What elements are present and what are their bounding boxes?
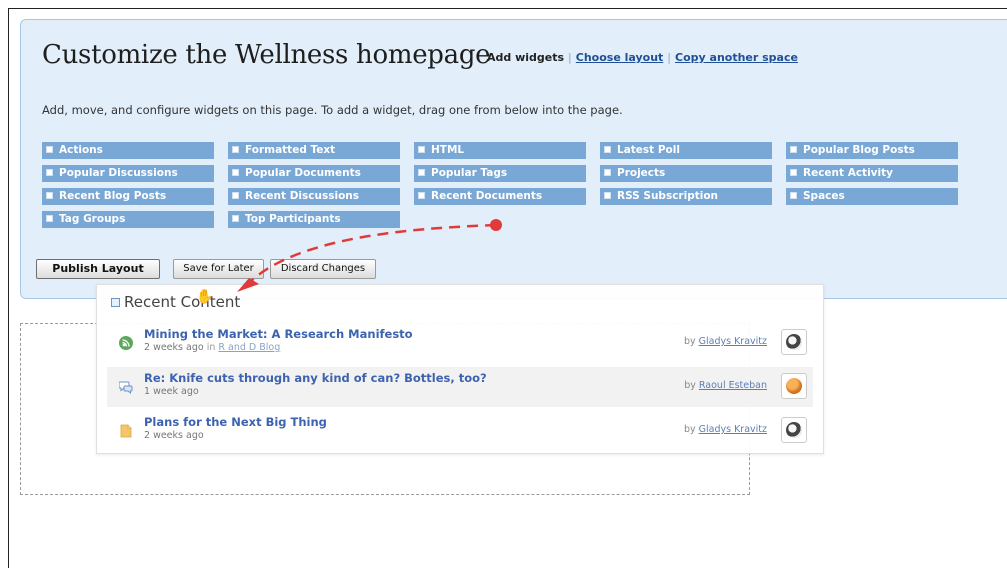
widget-chip-label: Latest Poll: [617, 144, 680, 156]
customize-nav: Add widgets | Choose layout | Copy another s…: [487, 51, 798, 64]
author-link[interactable]: Gladys Kravitz: [699, 336, 767, 347]
widget-chip-label: HTML: [431, 144, 465, 156]
widget-chip[interactable]: Recent Blog Posts: [42, 188, 214, 205]
avatar-image: [786, 334, 802, 350]
by-label: by: [684, 380, 696, 391]
widget-chip[interactable]: Popular Blog Posts: [786, 142, 958, 159]
widget-chip-label: RSS Subscription: [617, 190, 719, 202]
content-meta: 2 weeks ago in R and D Blog: [144, 342, 280, 353]
widget-chip-label: Recent Activity: [803, 167, 893, 179]
content-row[interactable]: Plans for the Next Big Thing 2 weeks ago…: [107, 411, 813, 451]
widget-icon: [232, 214, 239, 222]
avatar-image: [786, 422, 802, 438]
widget-icon: [790, 191, 797, 199]
widget-chip[interactable]: Actions: [42, 142, 214, 159]
widget-icon: [46, 214, 53, 222]
content-meta: 1 week ago: [144, 386, 199, 397]
content-author: by Gladys Kravitz: [684, 424, 767, 435]
avatar[interactable]: [781, 329, 807, 355]
widget-chip[interactable]: Projects: [600, 165, 772, 182]
widget-icon: [418, 191, 425, 199]
widget-icon: [418, 168, 425, 176]
widget-icon: [418, 145, 425, 153]
widget-chip[interactable]: Latest Poll: [600, 142, 772, 159]
widget-chip-label: Recent Blog Posts: [59, 190, 167, 202]
widget-chip[interactable]: Spaces: [786, 188, 958, 205]
content-title-link[interactable]: Mining the Market: A Research Manifesto: [144, 327, 413, 341]
by-label: by: [683, 424, 696, 435]
content-author: by Gladys Kravitz: [684, 336, 767, 347]
recent-content-widget[interactable]: Recent Content Mining the Market: A Rese…: [96, 284, 824, 454]
avatar-image: [786, 378, 802, 394]
widget-chip[interactable]: Top Participants: [228, 211, 400, 228]
widget-chip[interactable]: Recent Discussions: [228, 188, 400, 205]
widget-chip-label: Top Participants: [245, 213, 341, 225]
widget-icon: [46, 191, 53, 199]
widget-icon: [790, 168, 797, 176]
choose-layout-link[interactable]: Choose layout: [576, 51, 664, 64]
widget-icon: [604, 145, 611, 153]
widget-chip[interactable]: Recent Activity: [786, 165, 958, 182]
content-time: 1 week ago: [144, 386, 199, 397]
in-label: in: [206, 342, 216, 353]
nav-separator: |: [568, 51, 572, 64]
discussion-icon: [118, 380, 133, 395]
widget-chip[interactable]: Tag Groups: [42, 211, 214, 228]
widget-title-text: Recent Content: [124, 293, 241, 311]
content-title-link[interactable]: Re: Knife cuts through any kind of can? …: [144, 371, 487, 385]
content-meta: 2 weeks ago: [144, 430, 204, 441]
widget-chip[interactable]: HTML: [414, 142, 586, 159]
customize-panel: Customize the Wellness homepage Add widg…: [20, 19, 1007, 299]
widget-chip-label: Popular Tags: [431, 167, 508, 179]
widget-chip-label: Spaces: [803, 190, 845, 202]
document-icon: [119, 424, 133, 438]
widget-chip-label: Formatted Text: [245, 144, 336, 156]
widget-icon: [604, 191, 611, 199]
content-row[interactable]: Re: Knife cuts through any kind of can? …: [107, 367, 813, 407]
widget-icon: [46, 145, 53, 153]
widget-chip-label: Recent Documents: [431, 190, 543, 202]
widget-chip-label: Popular Documents: [245, 167, 361, 179]
page-title: Customize the Wellness homepage: [42, 40, 491, 70]
widget-icon: [604, 168, 611, 176]
widget-chip-label: Recent Discussions: [245, 190, 360, 202]
content-title-link[interactable]: Plans for the Next Big Thing: [144, 415, 327, 429]
widget-chip-label: Tag Groups: [59, 213, 126, 225]
widget-chip-label: Actions: [59, 144, 103, 156]
content-time: 2 weeks ago: [144, 430, 204, 441]
content-location-link[interactable]: R and D Blog: [218, 342, 280, 353]
widget-icon: [232, 168, 239, 176]
instructions-text: Add, move, and configure widgets on this…: [42, 103, 623, 117]
widget-chip-label: Popular Discussions: [59, 167, 178, 179]
copy-space-link[interactable]: Copy another space: [675, 51, 798, 64]
widget-chip-label: Projects: [617, 167, 666, 179]
avatar[interactable]: [781, 373, 807, 399]
by-label: by: [683, 336, 696, 347]
author-link[interactable]: Raoul Esteban: [699, 380, 767, 391]
widget-chip[interactable]: RSS Subscription: [600, 188, 772, 205]
widget-title[interactable]: Recent Content: [111, 293, 240, 311]
widget-chip[interactable]: Recent Documents: [414, 188, 586, 205]
publish-layout-button[interactable]: Publish Layout: [36, 259, 160, 279]
save-for-later-button[interactable]: Save for Later: [173, 259, 264, 279]
widget-chip-label: Popular Blog Posts: [803, 144, 915, 156]
discard-changes-button[interactable]: Discard Changes: [270, 259, 376, 279]
content-time: 2 weeks ago: [144, 342, 204, 353]
widget-chip[interactable]: Popular Discussions: [42, 165, 214, 182]
widget-icon: [232, 191, 239, 199]
widget-chip[interactable]: Popular Tags: [414, 165, 586, 182]
content-row[interactable]: Mining the Market: A Research Manifesto …: [107, 323, 813, 363]
widget-chip[interactable]: Popular Documents: [228, 165, 400, 182]
widget-chip[interactable]: Formatted Text: [228, 142, 400, 159]
widget-icon: [790, 145, 797, 153]
avatar[interactable]: [781, 417, 807, 443]
author-link[interactable]: Gladys Kravitz: [699, 424, 767, 435]
add-widgets-tab[interactable]: Add widgets: [487, 51, 564, 64]
widget-minimize-icon[interactable]: [111, 298, 120, 307]
nav-separator: |: [667, 51, 672, 64]
blog-icon: [119, 336, 133, 350]
widget-icon: [46, 168, 53, 176]
content-author: by Raoul Esteban: [684, 380, 767, 391]
widget-icon: [232, 145, 239, 153]
